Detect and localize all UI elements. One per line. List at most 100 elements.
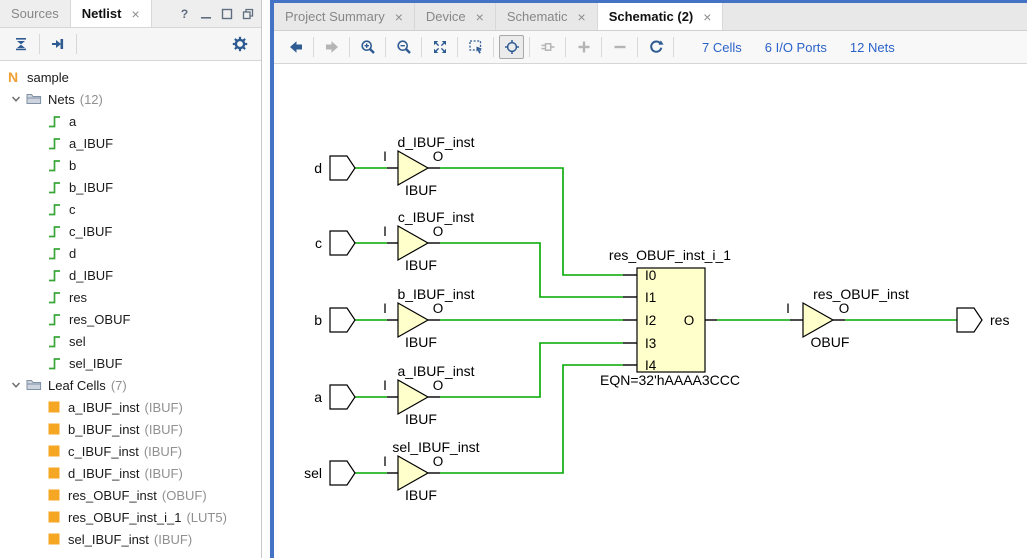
net-icon	[48, 247, 61, 260]
pin-label-i: I	[383, 378, 387, 393]
tree-item-a_IBUF_inst[interactable]: a_IBUF_inst(IBUF)	[0, 396, 261, 418]
chevron-down-icon[interactable]	[10, 380, 22, 390]
close-icon[interactable]: ×	[476, 10, 484, 24]
toolbar-separator	[349, 37, 350, 57]
tree-item-sel_IBUF_inst[interactable]: sel_IBUF_inst(IBUF)	[0, 528, 261, 550]
cell-type-label: IBUF	[405, 487, 437, 503]
tree-item-b_IBUF[interactable]: b_IBUF	[0, 176, 261, 198]
netlist-icon: N	[6, 69, 20, 85]
toolbar-separator	[39, 34, 40, 54]
chevron-down-icon[interactable]	[10, 94, 22, 104]
zoom-out-icon[interactable]	[391, 35, 416, 59]
tree-item-res_OBUF_inst_i_1[interactable]: res_OBUF_inst_i_1(LUT5)	[0, 506, 261, 528]
tree-item-a_IBUF[interactable]: a_IBUF	[0, 132, 261, 154]
close-icon[interactable]: ×	[578, 10, 586, 24]
port-a[interactable]	[330, 385, 355, 409]
cell-type-label: OBUF	[811, 334, 850, 350]
zoom-fit-icon[interactable]	[427, 35, 452, 59]
net-icon	[48, 335, 61, 348]
tree-item-label: res	[69, 290, 87, 305]
tab-sources[interactable]: Sources	[0, 0, 71, 27]
tree-item-d_IBUF_inst[interactable]: d_IBUF_inst(IBUF)	[0, 462, 261, 484]
port-label-c: c	[315, 235, 322, 251]
panel-splitter[interactable]	[263, 0, 270, 558]
tab-label: Device	[426, 9, 466, 24]
tree-item-c_IBUF[interactable]: c_IBUF	[0, 220, 261, 242]
float-icon[interactable]	[239, 5, 256, 22]
port-c[interactable]	[330, 231, 355, 255]
tree-group-nets[interactable]: Nets(12)	[0, 88, 261, 110]
tab-schematic-2-[interactable]: Schematic (2)×	[598, 3, 724, 30]
minus-icon[interactable]	[607, 35, 632, 59]
tree-item-c[interactable]: c	[0, 198, 261, 220]
stat-link-12-nets[interactable]: 12 Nets	[850, 40, 895, 55]
tree-item-d[interactable]: d	[0, 242, 261, 264]
close-icon[interactable]: ×	[703, 10, 711, 24]
cell-res_OBUF_inst[interactable]	[803, 303, 833, 337]
tree-item-d_IBUF[interactable]: d_IBUF	[0, 264, 261, 286]
pin-label-i0: I0	[645, 268, 656, 283]
settings-gear-icon[interactable]	[227, 31, 253, 57]
tree-item-res_OBUF_inst[interactable]: res_OBUF_inst(OBUF)	[0, 484, 261, 506]
pin-label-o: O	[684, 313, 695, 328]
net-sel_IBUF[interactable]	[440, 365, 623, 473]
pin-label-i2: I2	[645, 313, 656, 328]
port-d[interactable]	[330, 156, 355, 180]
tree-item-sel_IBUF[interactable]: sel_IBUF	[0, 352, 261, 374]
pin-label-o: O	[433, 149, 444, 164]
goto-selected-icon[interactable]	[45, 31, 71, 57]
cell-sel_IBUF_inst[interactable]	[398, 456, 428, 490]
cell-a_IBUF_inst[interactable]	[398, 380, 428, 414]
port-sel[interactable]	[330, 461, 355, 485]
cell-c_IBUF_inst[interactable]	[398, 226, 428, 260]
tab-device[interactable]: Device ×	[415, 3, 496, 30]
cell-d_IBUF_inst[interactable]	[398, 151, 428, 185]
autofit-selection-icon[interactable]	[499, 35, 524, 59]
left-tab-bar: Sources Netlist ×?	[0, 0, 261, 28]
maximize-icon[interactable]	[218, 5, 235, 22]
zoom-in-icon[interactable]	[355, 35, 380, 59]
collapse-all-icon[interactable]	[8, 31, 34, 57]
regenerate-icon[interactable]	[643, 35, 668, 59]
close-icon[interactable]: ×	[131, 7, 139, 21]
plus-icon[interactable]	[571, 35, 596, 59]
cell-b_IBUF_inst[interactable]	[398, 303, 428, 337]
zoom-selection-icon[interactable]	[463, 35, 488, 59]
tab-project-summary[interactable]: Project Summary×	[274, 3, 415, 30]
tree-item-b[interactable]: b	[0, 154, 261, 176]
tab-netlist[interactable]: Netlist ×	[71, 0, 152, 27]
close-icon[interactable]: ×	[395, 10, 403, 24]
help-icon[interactable]: ?	[176, 5, 193, 22]
tab-schematic[interactable]: Schematic×	[496, 3, 598, 30]
port-res[interactable]	[957, 308, 982, 332]
forward-arrow-icon[interactable]	[319, 35, 344, 59]
tab-label: Netlist	[82, 6, 122, 21]
instance-name-a_IBUF_inst: a_IBUF_inst	[397, 363, 474, 379]
tree-item-b_IBUF_inst[interactable]: b_IBUF_inst(IBUF)	[0, 418, 261, 440]
tree-item-res[interactable]: res	[0, 286, 261, 308]
stat-link-6-i-o-ports[interactable]: 6 I/O Ports	[765, 40, 827, 55]
expand-cone-icon[interactable]	[535, 35, 560, 59]
minimize-icon[interactable]	[197, 5, 214, 22]
document-tab-bar: Project Summary×Device×Schematic×Schemat…	[274, 3, 1027, 31]
cell-icon	[48, 401, 60, 413]
tree-item-sample[interactable]: Nsample	[0, 66, 261, 88]
toolbar-separator	[313, 37, 314, 57]
tree-item-sel[interactable]: sel	[0, 330, 261, 352]
port-b[interactable]	[330, 308, 355, 332]
tree-item-c_IBUF_inst[interactable]: c_IBUF_inst(IBUF)	[0, 440, 261, 462]
tree-item-label: sel_IBUF_inst	[68, 532, 149, 547]
window-controls: ?	[176, 0, 261, 27]
pin-label-o: O	[433, 378, 444, 393]
schematic-canvas[interactable]: dIOd_IBUF_instIBUFcIOc_IBUF_instIBUFbIOb…	[274, 64, 1027, 557]
tree-group-count: (12)	[80, 92, 103, 107]
tree-item-label: sel_IBUF	[69, 356, 122, 371]
stat-link-7-cells[interactable]: 7 Cells	[702, 40, 742, 55]
tree-item-a[interactable]: a	[0, 110, 261, 132]
back-arrow-icon[interactable]	[283, 35, 308, 59]
tree-group-leaf-cells[interactable]: Leaf Cells(7)	[0, 374, 261, 396]
tab-label: Sources	[11, 6, 59, 21]
tree-item-label: sample	[27, 70, 69, 85]
tree-item-res_OBUF[interactable]: res_OBUF	[0, 308, 261, 330]
pin-label-i: I	[383, 454, 387, 469]
